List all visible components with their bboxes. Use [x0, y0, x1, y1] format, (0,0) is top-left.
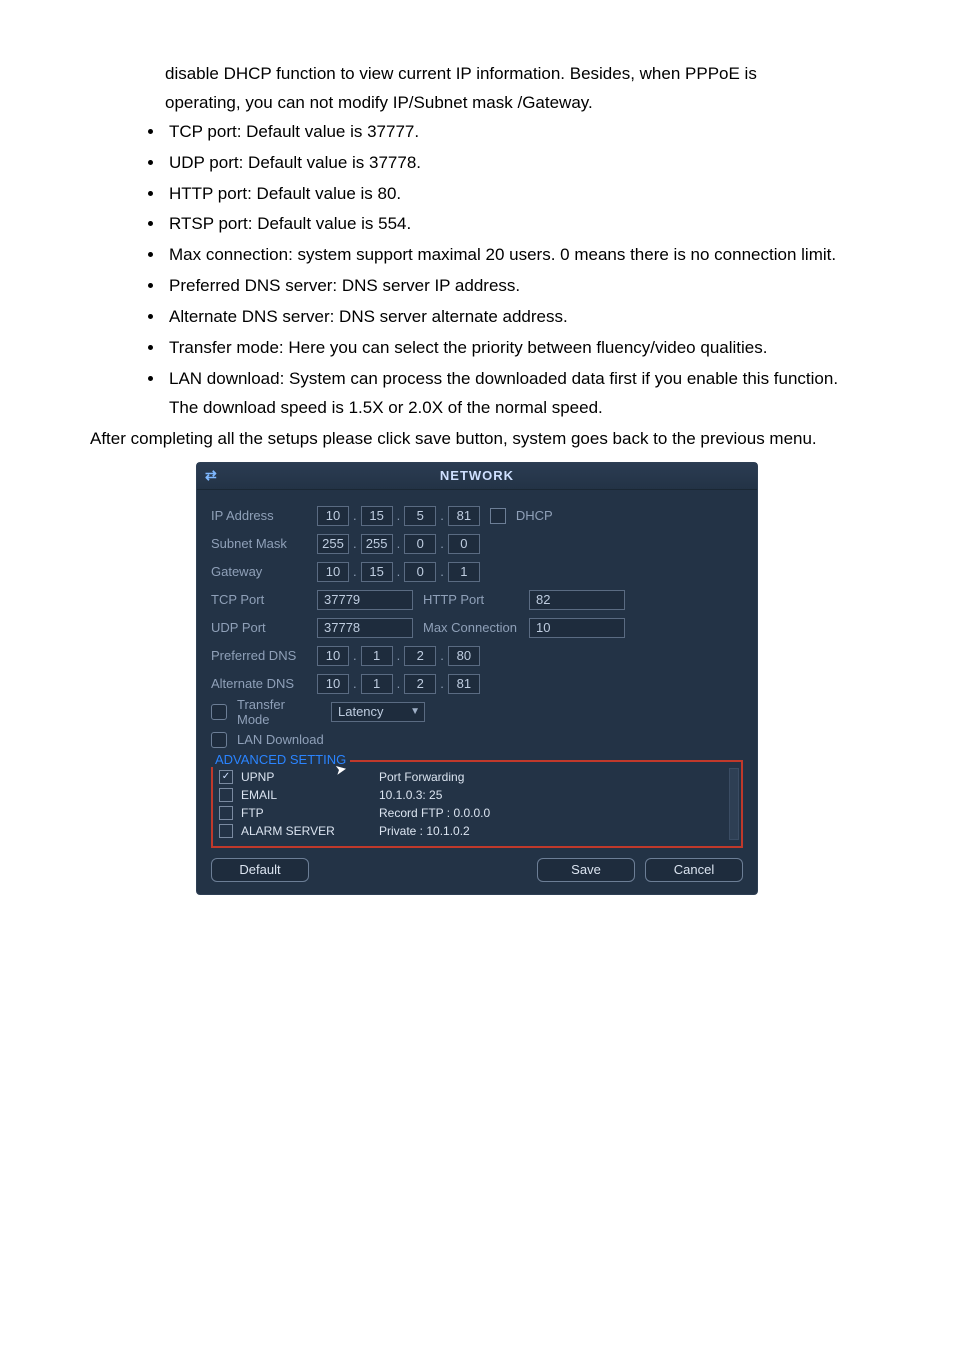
udp-port-input[interactable]: 37778	[317, 618, 413, 638]
adv-name: EMAIL	[241, 788, 371, 802]
advanced-setting-box: ADVANCED SETTING ➤ ✓ UPNP Port Forwardin…	[211, 760, 743, 848]
ip-octet-2[interactable]: 15	[361, 506, 393, 526]
label-gateway: Gateway	[211, 564, 307, 579]
pdns-octet-3[interactable]: 2	[404, 646, 436, 666]
adv-item-upnp[interactable]: ✓ UPNP Port Forwarding	[219, 768, 735, 786]
gw-octet-3[interactable]: 0	[404, 562, 436, 582]
adv-desc: Private : 10.1.0.2	[379, 824, 470, 838]
bullet-item: Alternate DNS server: DNS server alterna…	[165, 303, 864, 332]
dialog-title: NETWORK	[440, 468, 514, 483]
bullet-item: UDP port: Default value is 37778.	[165, 149, 864, 178]
adv-check-email[interactable]	[219, 788, 233, 802]
adns-octet-1[interactable]: 10	[317, 674, 349, 694]
adv-item-ftp[interactable]: FTP Record FTP : 0.0.0.0	[219, 804, 735, 822]
bullet-item: LAN download: System can process the dow…	[165, 365, 864, 423]
bullet-item: Max connection: system support maximal 2…	[165, 241, 864, 270]
adv-name: UPNP	[241, 770, 371, 784]
adns-octet-2[interactable]: 1	[361, 674, 393, 694]
pdns-octet-1[interactable]: 10	[317, 646, 349, 666]
default-button[interactable]: Default	[211, 858, 309, 882]
adv-check-alarm-server[interactable]	[219, 824, 233, 838]
adv-name: ALARM SERVER	[241, 824, 371, 838]
adv-item-email[interactable]: EMAIL 10.1.0.3: 25	[219, 786, 735, 804]
adns-octet-3[interactable]: 2	[404, 674, 436, 694]
label-lan-download: LAN Download	[237, 732, 324, 747]
max-connection-input[interactable]: 10	[529, 618, 625, 638]
bullet-item: TCP port: Default value is 37777.	[165, 118, 864, 147]
label-ip-address: IP Address	[211, 508, 307, 523]
save-button[interactable]: Save	[537, 858, 635, 882]
bullet-list: TCP port: Default value is 37777. UDP po…	[90, 118, 864, 423]
label-preferred-dns: Preferred DNS	[211, 648, 307, 663]
label-transfer-mode: Transfer Mode	[237, 697, 321, 727]
adv-desc: Port Forwarding	[379, 770, 464, 784]
mask-octet-2[interactable]: 255	[361, 534, 393, 554]
label-http-port: HTTP Port	[423, 592, 519, 607]
label-alternate-dns: Alternate DNS	[211, 676, 307, 691]
transfer-mode-value: Latency	[338, 704, 384, 719]
gw-octet-2[interactable]: 15	[361, 562, 393, 582]
advanced-setting-title: ADVANCED SETTING	[211, 752, 350, 767]
mask-octet-1[interactable]: 255	[317, 534, 349, 554]
network-dialog: ⇄ NETWORK IP Address 10. 15. 5. 81 DHCP	[196, 462, 758, 895]
transfer-mode-dropdown[interactable]: Latency ▼	[331, 702, 425, 722]
mask-octet-3[interactable]: 0	[404, 534, 436, 554]
ip-octet-4[interactable]: 81	[448, 506, 480, 526]
tcp-port-input[interactable]: 37779	[317, 590, 413, 610]
gw-octet-4[interactable]: 1	[448, 562, 480, 582]
label-udp-port: UDP Port	[211, 620, 307, 635]
network-icon: ⇄	[205, 467, 218, 484]
label-subnet-mask: Subnet Mask	[211, 536, 307, 551]
cancel-button[interactable]: Cancel	[645, 858, 743, 882]
label-dhcp: DHCP	[516, 508, 553, 523]
lead-line-2: operating, you can not modify IP/Subnet …	[165, 89, 864, 118]
adv-scrollbar[interactable]	[729, 768, 739, 840]
mask-octet-4[interactable]: 0	[448, 534, 480, 554]
ip-octet-3[interactable]: 5	[404, 506, 436, 526]
ip-octet-1[interactable]: 10	[317, 506, 349, 526]
adv-check-upnp[interactable]: ✓	[219, 770, 233, 784]
adv-name: FTP	[241, 806, 371, 820]
bullet-item: RTSP port: Default value is 554.	[165, 210, 864, 239]
bullet-item: Preferred DNS server: DNS server IP addr…	[165, 272, 864, 301]
transfer-mode-checkbox[interactable]	[211, 704, 227, 720]
lan-download-checkbox[interactable]	[211, 732, 227, 748]
closing-paragraph: After completing all the setups please c…	[90, 425, 864, 454]
pdns-octet-2[interactable]: 1	[361, 646, 393, 666]
adv-desc: Record FTP : 0.0.0.0	[379, 806, 490, 820]
cursor-icon: ➤	[334, 760, 349, 779]
adv-item-alarm-server[interactable]: ALARM SERVER Private : 10.1.0.2	[219, 822, 735, 840]
http-port-input[interactable]: 82	[529, 590, 625, 610]
bullet-item: Transfer mode: Here you can select the p…	[165, 334, 864, 363]
chevron-down-icon: ▼	[410, 706, 420, 717]
label-tcp-port: TCP Port	[211, 592, 307, 607]
bullet-item: HTTP port: Default value is 80.	[165, 180, 864, 209]
adns-octet-4[interactable]: 81	[448, 674, 480, 694]
pdns-octet-4[interactable]: 80	[448, 646, 480, 666]
adv-check-ftp[interactable]	[219, 806, 233, 820]
label-max-connection: Max Connection	[423, 620, 519, 635]
dhcp-checkbox[interactable]	[490, 508, 506, 524]
gw-octet-1[interactable]: 10	[317, 562, 349, 582]
lead-line-1: disable DHCP function to view current IP…	[165, 60, 864, 89]
adv-desc: 10.1.0.3: 25	[379, 788, 442, 802]
dialog-titlebar: ⇄ NETWORK	[197, 463, 757, 490]
